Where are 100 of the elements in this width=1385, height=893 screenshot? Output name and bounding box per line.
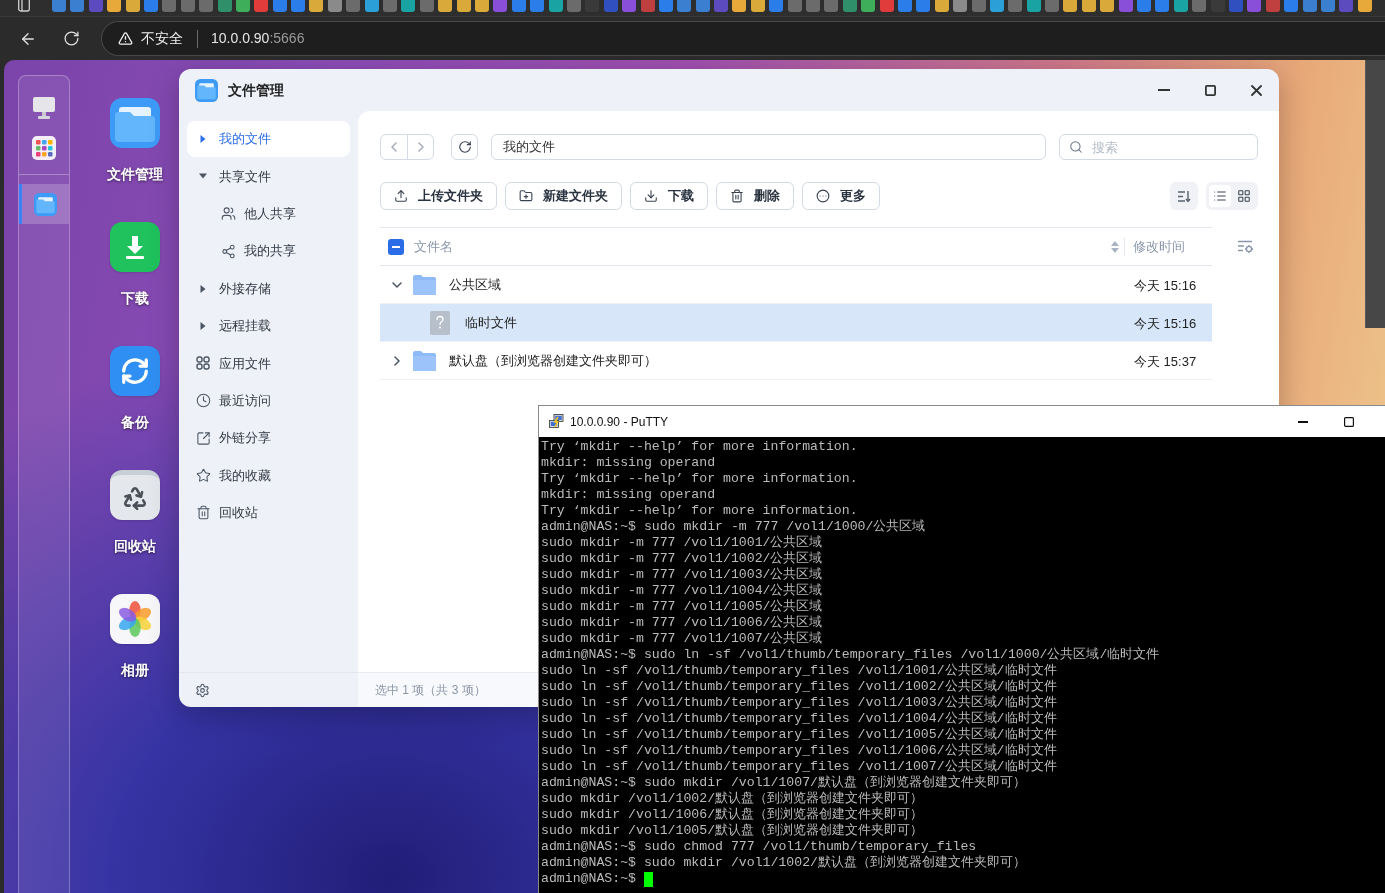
sidebar-item[interactable]: 应用文件 — [187, 345, 350, 382]
bookmark-icon[interactable] — [217, 0, 232, 12]
toolbar-button[interactable]: 删除 — [716, 182, 794, 210]
bookmark-icon[interactable] — [1137, 0, 1152, 12]
bookmark-icon[interactable] — [364, 0, 379, 12]
bookmark-icon[interactable] — [438, 0, 453, 12]
folder-app-icon[interactable] — [110, 98, 160, 148]
sidebar-item[interactable]: 远程挂载 — [187, 307, 350, 344]
app-label[interactable]: 相册 — [121, 660, 149, 680]
sidebar-item[interactable]: 外接存储 — [187, 270, 350, 307]
sidebar-item[interactable]: 我的文件 — [187, 121, 350, 157]
toolbar-button[interactable]: 下载 — [630, 182, 708, 210]
bookmark-icon[interactable] — [732, 0, 747, 12]
sidebar-item[interactable]: 回收站 — [187, 494, 350, 531]
url-text[interactable]: 10.0.0.90:5666 — [211, 28, 305, 49]
bookmark-icon[interactable] — [143, 0, 158, 12]
security-label[interactable]: 不安全 — [141, 28, 183, 49]
bookmark-icon[interactable] — [125, 0, 140, 12]
bookmark-icon[interactable] — [622, 0, 637, 12]
bookmark-icon[interactable] — [309, 0, 324, 12]
bookmark-icon[interactable] — [1100, 0, 1115, 12]
settings-icon[interactable] — [195, 682, 210, 698]
flower-app-icon[interactable] — [110, 594, 160, 644]
bookmark-icon[interactable] — [493, 0, 508, 12]
sidebar-item[interactable]: 我的收藏 — [187, 457, 350, 494]
sidebar-item[interactable]: 共享文件 — [187, 158, 350, 195]
bookmark-icon[interactable] — [107, 0, 122, 12]
view-toggle[interactable] — [1209, 185, 1231, 207]
toolbar-button[interactable]: 更多 — [802, 182, 880, 210]
sidebar-item[interactable]: 他人共享 — [187, 195, 350, 232]
folder-app-icon[interactable] — [34, 192, 57, 216]
bookmark-icon[interactable] — [842, 0, 857, 12]
bookmark-icon[interactable] — [861, 0, 876, 12]
bookmark-icon[interactable] — [658, 0, 673, 12]
bookmark-icon[interactable] — [897, 0, 912, 12]
bookmark-icon[interactable] — [879, 0, 894, 12]
tab-actions-icon[interactable] — [18, 0, 30, 12]
bookmark-icon[interactable] — [695, 0, 710, 12]
monitor-icon[interactable] — [32, 97, 56, 119]
file-row[interactable]: 临时文件 今天 15:16 — [380, 304, 1212, 342]
bookmark-icon[interactable] — [70, 0, 85, 12]
chevron-right-icon[interactable] — [394, 355, 400, 366]
bookmark-icon[interactable] — [1320, 0, 1335, 12]
bookmark-icon[interactable] — [1063, 0, 1078, 12]
bookmark-icon[interactable] — [934, 0, 949, 12]
bookmark-icon[interactable] — [769, 0, 784, 12]
bookmark-icon[interactable] — [456, 0, 471, 12]
bookmark-icon[interactable] — [1081, 0, 1096, 12]
sidebar-item[interactable]: 最近访问 — [187, 382, 350, 419]
search-field[interactable]: 搜索 — [1059, 134, 1258, 160]
chevron-down-icon[interactable] — [392, 281, 402, 288]
toolbar-button[interactable]: 新建文件夹 — [505, 182, 622, 210]
dock-item[interactable] — [19, 184, 69, 224]
app-label[interactable]: 备份 — [121, 412, 149, 432]
download-app-icon[interactable] — [110, 222, 160, 272]
bookmark-icon[interactable] — [953, 0, 968, 12]
sort-button[interactable] — [1170, 182, 1198, 210]
bookmark-icon[interactable] — [401, 0, 416, 12]
bookmark-icon[interactable] — [1026, 0, 1041, 12]
bookmark-icon[interactable] — [1155, 0, 1170, 12]
bookmark-icon[interactable] — [1118, 0, 1133, 12]
bookmark-icon[interactable] — [254, 0, 269, 12]
folder-app-icon[interactable] — [195, 78, 218, 102]
caret-icon[interactable] — [199, 321, 207, 330]
bookmark-icon[interactable] — [327, 0, 342, 12]
app-label[interactable]: 下载 — [121, 288, 149, 308]
app-grid-icon[interactable] — [32, 136, 56, 160]
bookmark-icon[interactable] — [1284, 0, 1299, 12]
column-settings-icon[interactable] — [1238, 239, 1254, 253]
toolbar-button[interactable]: 上传文件夹 — [380, 182, 497, 210]
bookmark-icon[interactable] — [1302, 0, 1317, 12]
recycle-app-icon[interactable] — [110, 470, 160, 520]
app-label[interactable]: 回收站 — [114, 536, 156, 556]
select-all-checkbox[interactable] — [388, 238, 404, 255]
bookmark-icon[interactable] — [1173, 0, 1188, 12]
bookmark-icon[interactable] — [272, 0, 287, 12]
caret-icon[interactable] — [199, 135, 207, 143]
bookmark-icon[interactable] — [1247, 0, 1262, 12]
bookmark-icon[interactable] — [291, 0, 306, 12]
bookmark-icon[interactable] — [530, 0, 545, 12]
caret-icon[interactable] — [199, 172, 207, 181]
bookmark-icon[interactable] — [989, 0, 1004, 12]
bookmark-icon[interactable] — [511, 0, 526, 12]
bookmark-icon[interactable] — [235, 0, 250, 12]
bookmark-icon[interactable] — [677, 0, 692, 12]
bookmark-icon[interactable] — [548, 0, 563, 12]
path-field[interactable]: 我的文件 — [491, 134, 1046, 160]
caret-icon[interactable] — [199, 284, 207, 293]
app-label[interactable]: 文件管理 — [107, 164, 163, 184]
sync-app-icon[interactable] — [110, 346, 160, 396]
bookmark-icon[interactable] — [1357, 0, 1372, 12]
bookmark-icon[interactable] — [916, 0, 931, 12]
file-row[interactable]: 默认盘（到浏览器创建文件夹即可） 今天 15:37 — [380, 342, 1212, 380]
address-bar[interactable]: 不安全 10.0.0.90:5666 — [101, 21, 1385, 56]
reload-icon[interactable] — [63, 30, 80, 47]
bookmark-icon[interactable] — [750, 0, 765, 12]
sort-arrows-icon[interactable] — [1111, 239, 1119, 254]
sidebar-item[interactable]: 我的共享 — [187, 233, 350, 270]
sidebar-item[interactable]: 外链分享 — [187, 420, 350, 457]
refresh-button[interactable] — [451, 134, 478, 160]
